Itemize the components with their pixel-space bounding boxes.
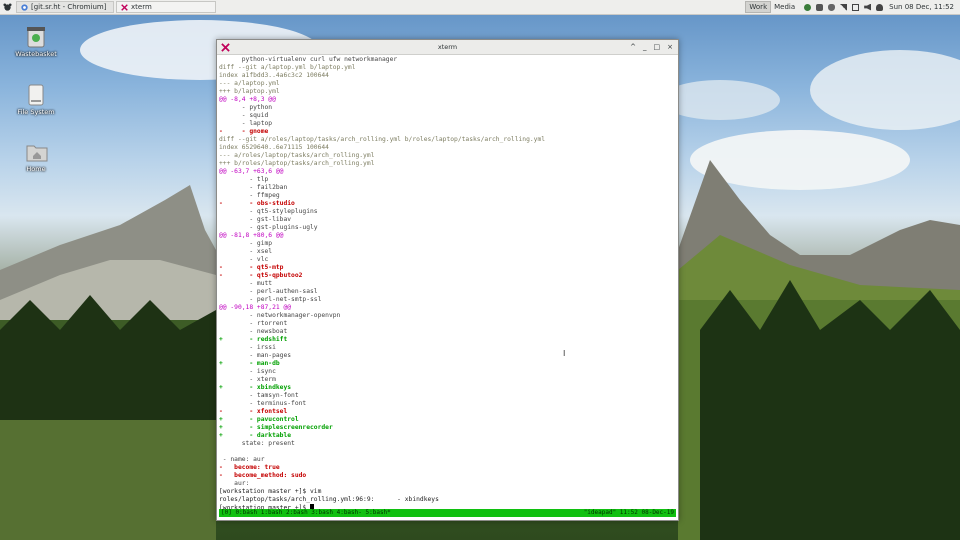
terminal-line: - terminus-font xyxy=(219,400,307,407)
terminal-line: - gst-plugins-ugly xyxy=(219,224,318,231)
terminal-line: @@ -90,18 +87,21 @@ xyxy=(219,304,292,311)
terminal-line: - vlc xyxy=(219,256,269,263)
taskbar-item-label: xterm xyxy=(131,3,152,11)
desktop-icon-label: File System xyxy=(17,108,55,116)
taskbar-item-xterm[interactable]: xterm xyxy=(116,1,216,13)
xterm-icon xyxy=(121,3,128,11)
terminal-line: - qt5-styleplugins xyxy=(219,208,318,215)
mouse-logo-icon xyxy=(2,2,12,11)
desktop-icon-file-system[interactable]: File System xyxy=(11,84,61,116)
terminal-line: state: present xyxy=(219,440,295,447)
terminal-line: - - xfontsel xyxy=(219,408,288,415)
terminal-line: + - redshift xyxy=(219,336,288,343)
terminal-line: - name: aur xyxy=(219,456,265,463)
application-menu-button[interactable] xyxy=(0,0,14,14)
system-tray xyxy=(804,3,884,11)
volume-icon[interactable] xyxy=(864,3,872,11)
terminal-line: - tlp xyxy=(219,176,269,183)
shade-button[interactable]: ^ xyxy=(630,43,636,51)
terminal-line: diff --git a/roles/laptop/tasks/arch_rol… xyxy=(219,136,546,143)
tmux-statusbar: [0] 0:bash 1:bash 2:bash 3:bash 4:bash- … xyxy=(219,509,676,517)
terminal-line: - xsel xyxy=(219,248,273,255)
terminal-line: roles/laptop/tasks/arch_rolling.yml:96:9… xyxy=(219,496,439,503)
desktop-icon-home[interactable]: Home xyxy=(11,141,61,173)
terminal-line: index 6529640..6e71115 100644 xyxy=(219,144,329,151)
terminal-line: - gimp xyxy=(219,240,273,247)
terminal-line: - rtorrent xyxy=(219,320,288,327)
terminal-line: + - simplescreenrecorder xyxy=(219,424,333,431)
terminal-line: - gst-libav xyxy=(219,216,292,223)
chromium-icon xyxy=(21,3,28,11)
top-panel: [git.sr.ht - Chromium] xterm Work Media … xyxy=(0,0,960,15)
tmux-status-right: "ideapad" 11:52 08-Dec-19 xyxy=(583,509,674,516)
close-button[interactable]: × xyxy=(667,43,673,51)
home-folder-icon xyxy=(26,141,48,163)
workspace-media[interactable]: Media xyxy=(771,1,798,13)
maximize-button[interactable]: □ xyxy=(654,43,661,51)
bluetooth-icon[interactable] xyxy=(816,3,824,11)
terminal-line: - laptop xyxy=(219,120,273,127)
notification-bell-icon[interactable] xyxy=(876,3,884,11)
network-signal-icon[interactable] xyxy=(840,3,848,11)
trash-icon xyxy=(26,26,46,48)
terminal-line: [workstation master +]$ vim xyxy=(219,488,322,495)
terminal-line: --- a/roles/laptop/tasks/arch_rolling.ym… xyxy=(219,152,375,159)
terminal-line: diff --git a/laptop.yml b/laptop.yml xyxy=(219,64,356,71)
terminal-line: - tamsyn-font xyxy=(219,392,299,399)
terminal-line: @@ -8,4 +8,3 @@ xyxy=(219,96,276,103)
terminal-output[interactable]: python-virtualenv curl ufw networkmanage… xyxy=(219,56,676,518)
terminal-line: - mutt xyxy=(219,280,273,287)
terminal-line: aur: xyxy=(219,480,250,487)
terminal-line: @@ -63,7 +63,6 @@ xyxy=(219,168,284,175)
terminal-line: - - obs-studio xyxy=(219,200,295,207)
terminal-line: - become: true xyxy=(219,464,280,471)
terminal-line: - isync xyxy=(219,368,276,375)
tmux-window-list: [0] 0:bash 1:bash 2:bash 3:bash 4:bash- … xyxy=(221,509,391,516)
terminal-line: @@ -81,8 +80,6 @@ xyxy=(219,232,284,239)
terminal-line: - perl-authen-sasl xyxy=(219,288,318,295)
terminal-line: - - qt5-mtp xyxy=(219,264,284,271)
window-titlebar[interactable]: xterm ^ _ □ × xyxy=(217,40,678,55)
mouse-ibeam-cursor-icon: I xyxy=(563,349,566,358)
window-title: xterm xyxy=(437,43,458,51)
terminal-line: --- a/laptop.yml xyxy=(219,80,280,87)
clock[interactable]: Sun 08 Dec, 11:52 xyxy=(889,3,954,11)
terminal-line: - perl-net-smtp-ssl xyxy=(219,296,322,303)
terminal-line: + - pavucontrol xyxy=(219,416,299,423)
terminal-line: + - man-db xyxy=(219,360,280,367)
terminal-line: python-virtualenv curl ufw networkmanage… xyxy=(219,56,398,63)
desktop-icon-label: Wastebasket xyxy=(15,50,57,58)
shield-icon[interactable] xyxy=(828,3,836,11)
drive-icon xyxy=(26,84,46,106)
terminal-line: - man-pages xyxy=(219,352,292,359)
terminal-line: index a1fbdd3..4a6c3c2 100644 xyxy=(219,72,329,79)
terminal-line: +++ b/roles/laptop/tasks/arch_rolling.ym… xyxy=(219,160,375,167)
terminal-line: - xterm xyxy=(219,376,276,383)
terminal-line: + - darktable xyxy=(219,432,292,439)
terminal-line: - ffmpeg xyxy=(219,192,280,199)
terminal-line: - become_method: sudo xyxy=(219,472,307,479)
terminal-line: - python xyxy=(219,104,273,111)
terminal-line: - - qt5-qpbutoo2 xyxy=(219,272,303,279)
desktop-icon-wastebasket[interactable]: Wastebasket xyxy=(11,26,61,58)
terminal-line: - - gnome xyxy=(219,128,269,135)
terminal-line: - networkmanager-openvpn xyxy=(219,312,341,319)
battery-icon[interactable] xyxy=(852,3,860,11)
terminal-line: +++ b/laptop.yml xyxy=(219,88,280,95)
terminal-line: - newsboat xyxy=(219,328,288,335)
app-tray-icon[interactable] xyxy=(804,3,812,11)
workspace-work[interactable]: Work xyxy=(745,1,772,13)
taskbar-item-chromium[interactable]: [git.sr.ht - Chromium] xyxy=(16,1,114,13)
terminal-line: - irssi xyxy=(219,344,276,351)
terminal-line: - fail2ban xyxy=(219,184,288,191)
minimize-button[interactable]: _ xyxy=(643,43,647,51)
terminal-line: + - xbindkeys xyxy=(219,384,292,391)
xterm-window[interactable]: xterm ^ _ □ × python-virtualenv curl ufw… xyxy=(216,39,679,521)
terminal-line: - squid xyxy=(219,112,269,119)
desktop-icon-label: Home xyxy=(26,165,46,173)
taskbar-item-label: [git.sr.ht - Chromium] xyxy=(31,3,107,11)
